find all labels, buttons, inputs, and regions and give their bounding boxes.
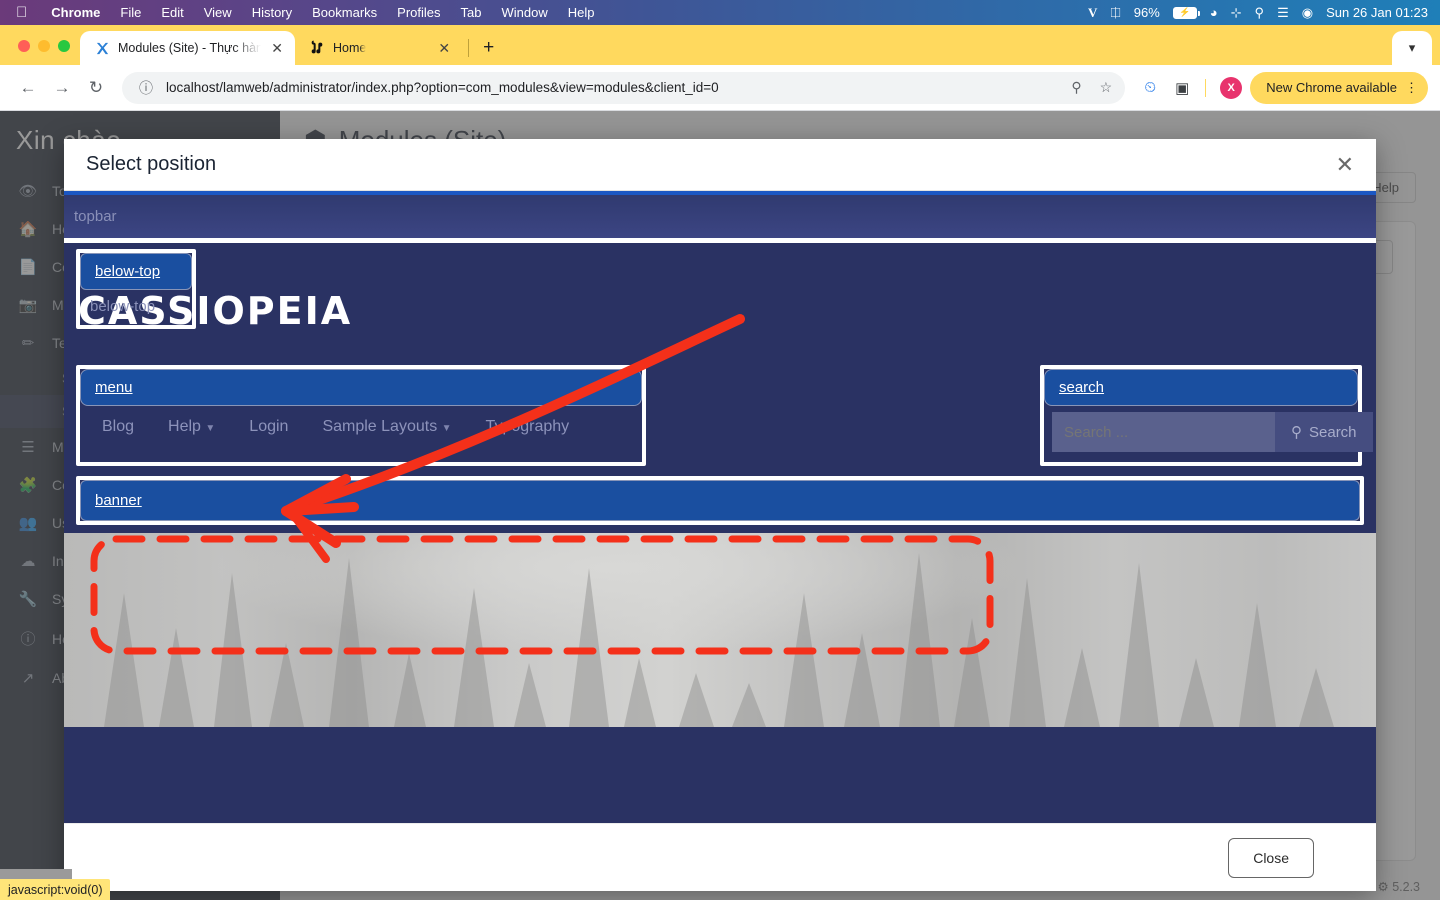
position-label-below-top: below-top <box>90 298 156 315</box>
chart-search-icon[interactable]: ⏲ <box>1135 73 1165 103</box>
position-button-search[interactable]: search <box>1044 369 1358 406</box>
menu-bookmarks[interactable]: Bookmarks <box>302 5 387 20</box>
modal-title: Select position <box>86 153 217 175</box>
wifi-icon[interactable]: ◕ <box>1210 5 1218 20</box>
menu-link-blog[interactable]: Blog <box>102 418 134 436</box>
menu-link-login[interactable]: Login <box>249 418 288 436</box>
tab-separator <box>468 39 470 57</box>
tab-title: Modules (Site) - Thực hành J <box>118 41 262 55</box>
close-button[interactable]: Close <box>1228 837 1314 878</box>
user-avatar-icon[interactable]: ◉ <box>1302 5 1313 21</box>
position-label-topbar: topbar <box>74 208 117 225</box>
clock-datetime[interactable]: Sun 26 Jan 01:23 <box>1326 5 1428 20</box>
site-main-menu: Blog Help ▼ Login Sample Layouts ▼ Typog… <box>80 406 642 458</box>
macos-menu-bar:  Chrome File Edit View History Bookmark… <box>0 0 1440 25</box>
battery-percent-label: 96% <box>1133 5 1160 20</box>
toolbar-separator <box>1205 78 1207 97</box>
arrow-right-icon[interactable]: → <box>46 72 78 104</box>
chevron-down-icon: ▼ <box>205 423 216 434</box>
update-chrome-button[interactable]: New Chrome available ⋮ <box>1250 71 1428 104</box>
select-position-modal: Select position ✕ topbar below-top below… <box>64 139 1376 891</box>
position-region-menu[interactable]: menu Blog Help ▼ Login Sample Layouts ▼ … <box>76 365 646 466</box>
menu-link-sample-layouts[interactable]: Sample Layouts ▼ <box>322 418 451 436</box>
menu-profiles[interactable]: Profiles <box>387 5 450 20</box>
search-submit-label: Search <box>1309 423 1357 441</box>
joomla-icon <box>309 40 325 56</box>
cassiopeia-template-preview: topbar below-top below-top CASSIOPEIA me… <box>64 191 1376 823</box>
menu-chrome[interactable]: Chrome <box>41 5 110 20</box>
scrollbar-thumb[interactable] <box>0 869 72 879</box>
site-search-form: ⚲ Search <box>1044 406 1373 462</box>
address-bar[interactable]: ⓘ localhost/lamweb/administrator/index.p… <box>122 71 1126 104</box>
search-input[interactable] <box>1052 412 1275 452</box>
spotlight-search-icon[interactable]: ⚲ <box>1255 5 1265 21</box>
reload-icon[interactable]: ↻ <box>80 72 112 104</box>
minimize-window-button[interactable] <box>38 40 50 52</box>
tab-modules-site[interactable]: Modules (Site) - Thực hành J ✕ <box>80 31 295 65</box>
preview-hero-photo <box>64 533 1376 727</box>
key-icon[interactable]: ⚲ <box>1066 79 1086 96</box>
close-icon[interactable]: ✕ <box>269 40 285 57</box>
preview-nav-row: menu Blog Help ▼ Login Sample Layouts ▼ … <box>64 333 1376 466</box>
battery-charging-icon[interactable]: ⚡ <box>1172 6 1200 19</box>
window-traffic-lights <box>0 40 80 65</box>
browser-tab-strip: Modules (Site) - Thực hành J ✕ Home ✕ + … <box>0 25 1440 65</box>
menu-window[interactable]: Window <box>492 5 558 20</box>
position-region-banner[interactable]: banner <box>76 476 1364 525</box>
position-button-menu[interactable]: menu <box>80 369 642 406</box>
magnifier-icon: ⚲ <box>1291 424 1302 441</box>
three-dot-menu-icon[interactable]: ⋮ <box>1405 80 1418 96</box>
menu-edit[interactable]: Edit <box>151 5 193 20</box>
avatar[interactable]: X <box>1220 76 1243 99</box>
menu-link-help-label: Help <box>168 418 201 435</box>
close-icon[interactable]: ✕ <box>436 40 452 57</box>
address-bar-url: localhost/lamweb/administrator/index.php… <box>166 80 719 95</box>
position-region-search[interactable]: search ⚲ Search <box>1040 365 1373 466</box>
star-icon[interactable]: ☆ <box>1095 79 1118 96</box>
input-source-icon[interactable]: ⎅️ <box>1110 5 1120 21</box>
modal-body: topbar below-top below-top CASSIOPEIA me… <box>64 191 1376 823</box>
position-button-banner[interactable]: banner <box>80 480 1360 521</box>
menu-link-sample-layouts-label: Sample Layouts <box>322 418 438 435</box>
close-icon[interactable]: ✕ <box>1336 153 1354 176</box>
close-window-button[interactable] <box>18 40 30 52</box>
vpn-v-icon[interactable]: V <box>1088 5 1097 21</box>
menu-tab[interactable]: Tab <box>451 5 492 20</box>
browser-toolbar: ← → ↻ ⓘ localhost/lamweb/administrator/i… <box>0 65 1440 111</box>
menu-history[interactable]: History <box>242 5 302 20</box>
position-region-below-top[interactable]: below-top below-top <box>76 249 196 329</box>
menu-link-typography[interactable]: Typography <box>486 418 570 436</box>
menu-link-help[interactable]: Help ▼ <box>168 418 215 436</box>
chevron-down-icon: ▼ <box>441 423 452 434</box>
position-region-topbar[interactable]: topbar <box>64 195 1376 238</box>
update-chrome-label: New Chrome available <box>1266 80 1397 95</box>
position-button-below-top[interactable]: below-top <box>80 253 192 290</box>
preview-hero: below-top below-top CASSIOPEIA menu Blog… <box>64 243 1376 468</box>
new-tab-button[interactable]: + <box>475 38 502 65</box>
site-logo: CASSIOPEIA <box>78 289 353 333</box>
info-circle-icon[interactable]: ⓘ <box>134 78 158 98</box>
search-submit-button[interactable]: ⚲ Search <box>1275 412 1373 452</box>
modal-header: Select position ✕ <box>64 139 1376 191</box>
apple-icon[interactable]:  <box>0 5 41 20</box>
arrow-left-icon[interactable]: ← <box>12 72 44 104</box>
tab-home[interactable]: Home ✕ <box>295 31 462 65</box>
joomla-x-icon <box>94 40 110 56</box>
control-center-icon[interactable]: ☰ <box>1277 5 1289 21</box>
status-bar: javascript:void(0) <box>0 879 111 900</box>
modal-footer: Close <box>64 823 1376 891</box>
menu-help[interactable]: Help <box>558 5 605 20</box>
tab-search-button[interactable]: ▾ <box>1392 31 1432 65</box>
bluetooth-off-icon[interactable]: ⊹ <box>1231 5 1242 21</box>
tab-title: Home <box>333 41 367 55</box>
maximize-window-button[interactable] <box>58 40 70 52</box>
menu-view[interactable]: View <box>194 5 242 20</box>
extensions-puzzle-icon[interactable]: ▣ <box>1167 73 1197 103</box>
menu-file[interactable]: File <box>110 5 151 20</box>
